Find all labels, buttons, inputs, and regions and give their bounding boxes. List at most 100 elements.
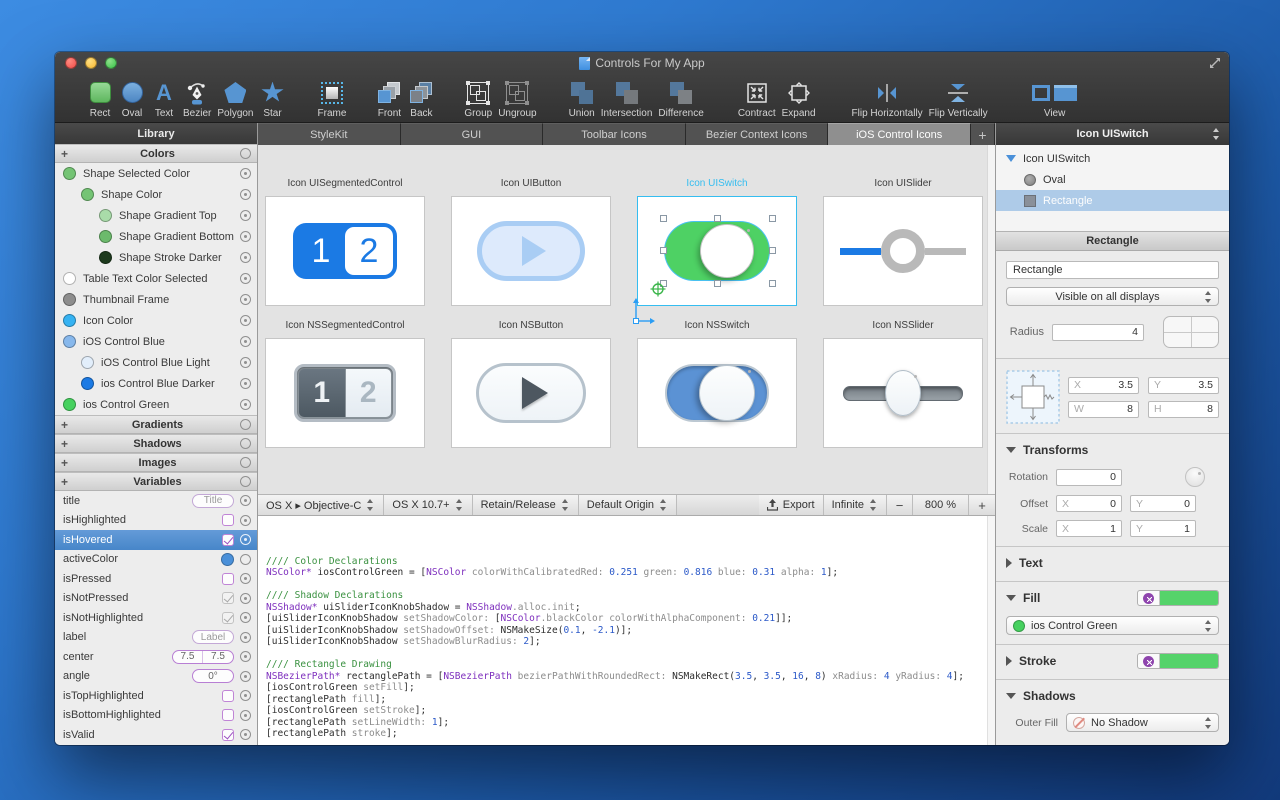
scale-y-input[interactable]: Y1 — [1130, 520, 1196, 537]
target-icon[interactable] — [240, 554, 251, 565]
target-icon[interactable] — [240, 399, 251, 410]
target-icon[interactable] — [240, 476, 251, 487]
layer-item-rectangle[interactable]: Rectangle — [996, 190, 1229, 211]
sdk-select[interactable]: OS X 10.7+ — [384, 495, 472, 515]
fullscreen-icon[interactable] — [1209, 56, 1221, 74]
target-icon[interactable] — [240, 632, 251, 643]
target-icon[interactable] — [240, 357, 251, 368]
color-item[interactable]: ios Control Blue Darker — [55, 373, 257, 394]
fill-swatch[interactable] — [1160, 591, 1218, 605]
variable-row[interactable]: activeColor — [55, 550, 257, 570]
color-item[interactable]: Icon Color — [55, 310, 257, 331]
color-item[interactable]: Shape Gradient Top — [55, 205, 257, 226]
variable-row[interactable]: isTopHighlighted — [55, 686, 257, 706]
zoom-in-button[interactable]: + — [969, 495, 995, 515]
toolbar-group-button[interactable]: Group — [464, 79, 492, 119]
variable-value-field[interactable]: 0° — [192, 669, 234, 683]
outer-fill-select[interactable]: No Shadow — [1066, 713, 1219, 732]
toolbar-difference-button[interactable]: Difference — [658, 79, 703, 119]
toolbar-rect-button[interactable]: Rect — [87, 79, 113, 119]
target-icon[interactable] — [240, 378, 251, 389]
tab-bezier-context-icons[interactable]: Bezier Context Icons — [686, 123, 829, 145]
width-input[interactable]: W8 — [1068, 401, 1139, 418]
target-icon[interactable] — [240, 593, 251, 604]
tab-ios-control-icons[interactable]: iOS Control Icons — [828, 123, 971, 145]
target-icon[interactable] — [240, 189, 251, 200]
export-button[interactable]: Export — [759, 495, 824, 515]
disclosure-triangle-icon[interactable] — [1006, 656, 1012, 666]
color-item[interactable]: Shape Selected Color — [55, 163, 257, 184]
target-icon[interactable] — [240, 294, 251, 305]
memory-select[interactable]: Retain/Release — [473, 495, 579, 515]
disclosure-triangle-icon[interactable] — [1006, 558, 1012, 568]
toolbar-contract-button[interactable]: Contract — [738, 79, 776, 119]
disclosure-triangle-icon[interactable] — [1006, 595, 1016, 601]
canvas[interactable]: Icon UISegmentedControl12Icon UIButtonIc… — [258, 145, 995, 495]
selection-handle[interactable] — [714, 280, 721, 287]
target-icon[interactable] — [240, 231, 251, 242]
target-icon[interactable] — [240, 495, 251, 506]
variable-checkbox[interactable] — [222, 514, 234, 526]
selection-handle[interactable] — [660, 215, 667, 222]
disclosure-triangle-icon[interactable] — [1006, 447, 1016, 453]
canvas-card-icon-uisegmentedcontrol[interactable]: 12 — [265, 196, 425, 306]
variable-checkbox[interactable] — [222, 709, 234, 721]
offset-x-input[interactable]: X0 — [1056, 495, 1122, 512]
variable-checkbox[interactable] — [222, 592, 234, 604]
close-button[interactable] — [65, 57, 77, 69]
selection-handle[interactable] — [769, 247, 776, 254]
selection-handle[interactable] — [714, 215, 721, 222]
rotation-input[interactable]: 0 — [1056, 469, 1122, 486]
inspector-header[interactable]: Icon UISwitch — [996, 123, 1229, 145]
canvas-size-select[interactable]: Infinite — [824, 495, 887, 515]
toolbar-star-button[interactable]: Star — [260, 79, 286, 119]
section-gradients[interactable]: + Gradients — [55, 415, 257, 434]
target-icon[interactable] — [240, 457, 251, 468]
x-input[interactable]: X3.5 — [1068, 377, 1139, 394]
add-icon[interactable]: + — [61, 147, 75, 161]
fill-header[interactable]: Fill — [1006, 589, 1219, 607]
stroke-header[interactable]: Stroke — [1006, 652, 1219, 670]
target-icon[interactable] — [240, 336, 251, 347]
variable-checkbox[interactable] — [222, 573, 234, 585]
variable-checkbox[interactable] — [222, 729, 234, 741]
resizing-springs-widget[interactable] — [1006, 369, 1060, 425]
variable-row[interactable]: isHighlighted — [55, 511, 257, 531]
section-images[interactable]: + Images — [55, 453, 257, 472]
toolbar-view-button[interactable]: View — [1032, 79, 1078, 119]
clear-fill-button[interactable] — [1138, 591, 1160, 605]
zoom-button[interactable] — [105, 57, 117, 69]
target-icon[interactable] — [240, 315, 251, 326]
variable-row[interactable]: isNotPressed — [55, 589, 257, 609]
target-icon[interactable] — [240, 210, 251, 221]
variable-color-swatch[interactable] — [221, 553, 234, 566]
variable-row[interactable]: titleTitle — [55, 491, 257, 511]
variable-checkbox[interactable] — [222, 612, 234, 624]
color-item[interactable]: Shape Color — [55, 184, 257, 205]
tab-stylekit[interactable]: StyleKit — [258, 123, 401, 145]
fill-color-select[interactable]: ios Control Green — [1006, 616, 1219, 635]
add-tab-button[interactable]: + — [971, 123, 995, 145]
toolbar-flipv-button[interactable]: Flip Vertically — [929, 79, 988, 119]
toolbar-bezier-button[interactable]: Bezier — [183, 79, 211, 119]
target-icon[interactable] — [240, 273, 251, 284]
disclosure-triangle-icon[interactable] — [1006, 693, 1016, 699]
selection-handle[interactable] — [769, 215, 776, 222]
target-icon[interactable] — [240, 419, 251, 430]
stroke-swatch[interactable] — [1160, 654, 1218, 668]
target-icon[interactable] — [240, 671, 251, 682]
canvas-card-icon-uibutton[interactable] — [451, 196, 611, 306]
target-icon[interactable] — [240, 612, 251, 623]
toolbar-frame-button[interactable]: Frame — [318, 79, 347, 119]
variable-row[interactable]: center7.57.5 — [55, 647, 257, 667]
canvas-scrollbar[interactable] — [987, 145, 995, 494]
zoom-out-button[interactable]: − — [887, 495, 913, 515]
target-icon[interactable] — [240, 438, 251, 449]
toolbar-ungroup-button[interactable]: Ungroup — [498, 79, 536, 119]
scale-x-input[interactable]: X1 — [1056, 520, 1122, 537]
code-view[interactable]: //// Color DeclarationsNSColor* iosContr… — [258, 516, 995, 745]
toolbar-expand-button[interactable]: Expand — [782, 79, 816, 119]
tab-toolbar-icons[interactable]: Toolbar Icons — [543, 123, 686, 145]
toolbar-front-button[interactable]: Front — [376, 79, 402, 119]
canvas-card-icon-nsslider[interactable] — [823, 338, 983, 448]
